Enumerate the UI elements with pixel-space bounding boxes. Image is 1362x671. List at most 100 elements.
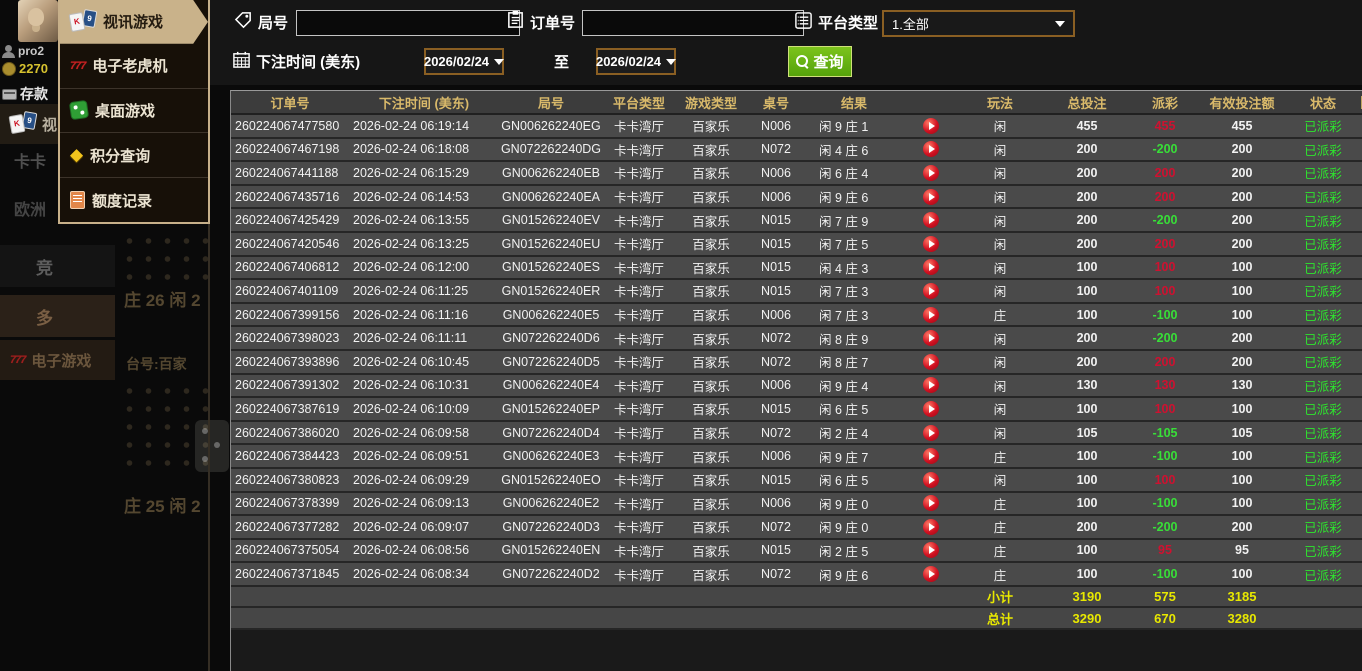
replay-cell <box>903 491 959 517</box>
bet-side-cell: 闲 <box>959 397 1041 422</box>
total-bet-cell: 100 <box>1041 538 1133 564</box>
play-replay-icon[interactable] <box>923 330 939 347</box>
round-number-cell: GN006262240E2 <box>499 491 603 517</box>
filter-bar: 局号 订单号 平台类型 1.全部 下注时间 (美东) 2026/02/24 至 … <box>210 0 1362 85</box>
bet-side-cell: 闲 <box>959 420 1041 446</box>
menu-label: 额度记录 <box>92 192 153 210</box>
play-replay-icon[interactable] <box>923 306 939 323</box>
game-type-cell: 百家乐 <box>675 467 747 493</box>
play-replay-icon[interactable] <box>923 495 939 512</box>
platform-cell: 卡卡湾厅 <box>603 491 675 517</box>
order-number-cell: 260224067399156 <box>231 302 349 328</box>
play-replay-icon[interactable] <box>923 259 939 276</box>
clipboard-icon <box>508 10 523 28</box>
play-replay-icon[interactable] <box>923 164 939 181</box>
menu-item-video-games[interactable]: 9 K 视讯游戏 <box>60 0 208 44</box>
result-cell: 闲 2 庄 4 <box>805 420 903 446</box>
play-replay-icon[interactable] <box>923 377 939 394</box>
round-number-input[interactable] <box>296 10 520 36</box>
play-replay-icon[interactable] <box>923 448 939 465</box>
platform-cell: 卡卡湾厅 <box>603 397 675 422</box>
table-row: 260224067371845 2026-02-24 06:08:34 GN07… <box>231 562 1362 587</box>
result-cell: 闲 4 庄 6 <box>805 137 903 163</box>
nav-ghost-hall1: 卡卡 <box>14 154 47 171</box>
ghost-scoreboard-1: 庄 26 闲 2 <box>124 291 201 310</box>
menu-item-slots[interactable]: 777 电子老虎机 <box>60 44 208 89</box>
status-badge: 已派彩 <box>1287 538 1359 564</box>
bet-time-cell: 2026-02-24 06:10:09 <box>349 397 499 422</box>
order-number-cell: 260224067477580 <box>231 114 349 139</box>
result-cell: 闲 8 庄 9 <box>805 326 903 351</box>
valid-bet-cell: 200 <box>1197 326 1287 351</box>
total-bet-cell: 100 <box>1041 491 1133 517</box>
bet-time-cell: 2026-02-24 06:13:55 <box>349 208 499 233</box>
round-number-cell: GN006262240E5 <box>499 302 603 328</box>
col-order: 订单号 <box>231 91 349 115</box>
play-replay-icon[interactable] <box>923 117 939 134</box>
play-replay-icon[interactable] <box>923 353 939 370</box>
menu-item-points-query[interactable]: ◆ 积分查询 <box>60 133 208 179</box>
play-replay-icon[interactable] <box>923 282 939 299</box>
table-row: 260224067425429 2026-02-24 06:13:55 GN01… <box>231 208 1362 233</box>
replay-cell <box>903 373 959 399</box>
username: pro2 <box>18 44 45 58</box>
play-replay-icon[interactable] <box>923 518 939 535</box>
replay-cell <box>903 184 959 210</box>
date-to-picker[interactable]: 2026/02/24 <box>596 48 677 75</box>
order-number-input[interactable] <box>582 10 804 36</box>
table-row: 260224067378399 2026-02-24 06:09:13 GN00… <box>231 491 1362 517</box>
bet-side-cell: 闲 <box>959 279 1041 304</box>
bet-side-cell: 庄 <box>959 538 1041 564</box>
play-replay-icon[interactable] <box>923 141 939 158</box>
table-row: 260224067391302 2026-02-24 06:10:31 GN00… <box>231 373 1362 399</box>
order-number-cell: 260224067378399 <box>231 491 349 517</box>
result-cell: 闲 8 庄 7 <box>805 349 903 375</box>
menu-item-table-games[interactable]: 桌面游戏 <box>60 89 208 134</box>
avatar <box>18 0 58 42</box>
nav-ghost-hall3: 竞 <box>0 245 115 287</box>
tag-icon <box>234 12 251 29</box>
replay-cell <box>903 420 959 446</box>
play-replay-icon[interactable] <box>923 400 939 417</box>
replay-cell <box>903 349 959 375</box>
status-badge: 已派彩 <box>1287 114 1359 139</box>
menu-label: 视讯游戏 <box>103 14 164 32</box>
result-cell: 闲 9 庄 1 <box>805 114 903 139</box>
valid-bet-cell: 100 <box>1197 255 1287 281</box>
platform-type-select[interactable]: 1.全部 <box>882 10 1075 37</box>
bet-time-cell: 2026-02-24 06:12:00 <box>349 255 499 281</box>
valid-bet-cell: 200 <box>1197 208 1287 233</box>
bet-time-cell: 2026-02-24 06:09:58 <box>349 420 499 446</box>
bet-time-cell: 2026-02-24 06:18:08 <box>349 137 499 163</box>
bet-time-cell: 2026-02-24 06:13:25 <box>349 231 499 257</box>
date-from-picker[interactable]: 2026/02/24 <box>424 48 505 75</box>
payout-cell: 95 <box>1133 538 1197 564</box>
play-replay-icon[interactable] <box>923 235 939 252</box>
game-type-cell: 百家乐 <box>675 184 747 210</box>
game-type-cell: 百家乐 <box>675 515 747 540</box>
bet-side-cell: 庄 <box>959 515 1041 540</box>
table-row: 260224067398023 2026-02-24 06:11:11 GN07… <box>231 326 1362 351</box>
bet-time-cell: 2026-02-24 06:15:29 <box>349 161 499 186</box>
search-button[interactable]: 查询 <box>788 46 852 77</box>
result-cell: 闲 2 庄 5 <box>805 538 903 564</box>
grand-total-valid-bet: 3280 <box>1197 607 1287 630</box>
play-replay-icon[interactable] <box>923 212 939 229</box>
menu-item-credit-records[interactable]: 额度记录 <box>60 178 208 222</box>
play-replay-icon[interactable] <box>923 424 939 441</box>
result-cell: 闲 9 庄 6 <box>805 562 903 587</box>
status-badge: 已派彩 <box>1287 279 1359 304</box>
table-row: 260224067401109 2026-02-24 06:11:25 GN01… <box>231 279 1362 304</box>
game-type-cell: 百家乐 <box>675 562 747 587</box>
play-replay-icon[interactable] <box>923 542 939 559</box>
play-replay-icon[interactable] <box>923 471 939 488</box>
result-cell: 闲 7 庄 3 <box>805 302 903 328</box>
table-number-cell: N006 <box>747 114 805 139</box>
ghost-table-label: 台号:百家 <box>126 356 187 372</box>
table-row: 260224067387619 2026-02-24 06:10:09 GN01… <box>231 397 1362 422</box>
play-replay-icon[interactable] <box>923 566 939 583</box>
valid-bet-cell: 100 <box>1197 562 1287 587</box>
table-games-icon <box>68 100 90 121</box>
play-replay-icon[interactable] <box>923 188 939 205</box>
table-number-cell: N006 <box>747 184 805 210</box>
